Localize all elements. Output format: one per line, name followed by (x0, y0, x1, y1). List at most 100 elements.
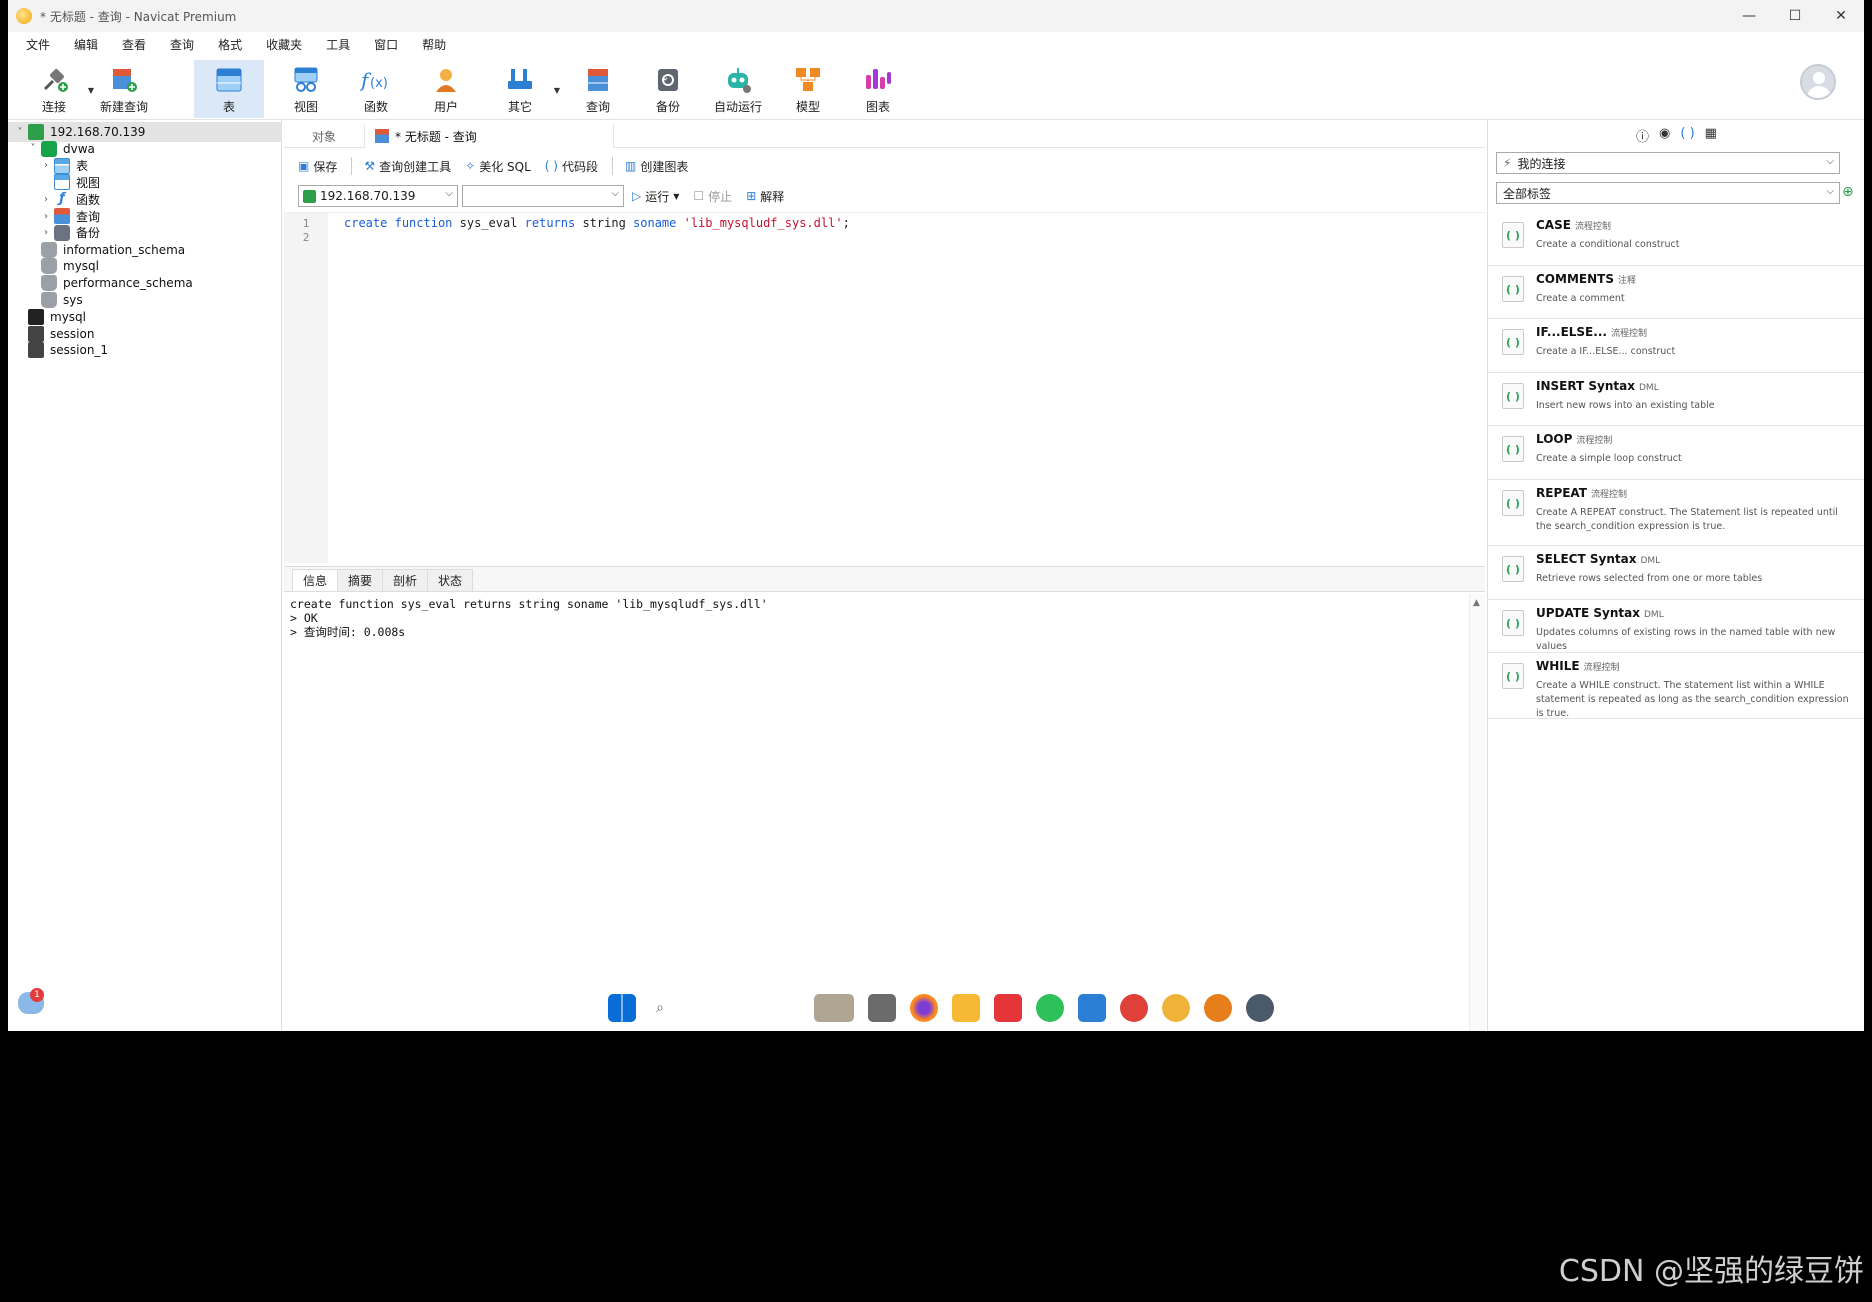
create-chart-button[interactable]: ▥ 创建图表 (625, 158, 688, 175)
toolbar-model-button[interactable]: 模型 (776, 60, 840, 118)
minimize-button[interactable]: — (1726, 0, 1772, 32)
line-number: 2 (302, 231, 310, 244)
menu-window[interactable]: 窗口 (362, 36, 410, 53)
snippet-tag: 流程控制 (1590, 490, 1627, 500)
chevron-down-icon[interactable]: ˅ (27, 143, 39, 154)
maximize-button[interactable]: ☐ (1772, 0, 1818, 32)
user-avatar[interactable] (1800, 64, 1836, 100)
toolbar-user-button[interactable]: 用户 (414, 60, 478, 118)
snippet-description: Updates columns of existing rows in the … (1536, 627, 1836, 652)
tab-query-label: * 无标题 - 查询 (395, 129, 477, 144)
toolbar-query-button[interactable]: 查询 (566, 60, 630, 118)
add-snippet-icon[interactable]: ⊕ (1842, 184, 1858, 200)
toolbar-backup-button[interactable]: 备份 (636, 60, 700, 118)
snippet-item[interactable]: ( ) CASE 流程控制 Create a conditional construc… (1488, 212, 1864, 266)
snippet-item[interactable]: ( ) UPDATE Syntax DML Updates columns of ex… (1488, 600, 1864, 653)
toolbar-automation-button[interactable]: 自动运行 (706, 60, 770, 118)
chevron-right-icon[interactable]: › (40, 227, 52, 238)
snippet-item[interactable]: ( ) LOOP 流程控制 Create a simple loop construc… (1488, 426, 1864, 480)
toolbar-new-query-button[interactable]: 新建查询 (92, 60, 156, 118)
menu-view[interactable]: 查看 (110, 36, 158, 53)
chevron-down-icon[interactable]: ˅ (14, 127, 26, 138)
wps-icon[interactable] (994, 994, 1022, 1022)
eye-icon[interactable]: ◉ (1659, 126, 1670, 144)
chevron-right-icon[interactable]: › (40, 211, 52, 222)
wechat-icon[interactable] (1036, 994, 1064, 1022)
toolbar-function-button[interactable]: f (x) 函数 (344, 60, 408, 118)
connection-select[interactable]: 192.168.70.139 ⌵ (298, 185, 458, 207)
toolbar-view-button[interactable]: 视图 (274, 60, 338, 118)
toolbar-table-button[interactable]: 表 (194, 60, 264, 118)
task-view-icon[interactable] (868, 994, 896, 1022)
output-scrollbar[interactable]: ▲ (1469, 594, 1485, 1031)
chevron-right-icon[interactable]: › (40, 194, 52, 205)
snippet-item[interactable]: ( ) IF...ELSE... 流程控制 Create a IF...ELSE...… (1488, 319, 1864, 373)
tab-profile[interactable]: 剖析 (382, 569, 429, 591)
braces-icon[interactable]: ( ) (1680, 126, 1694, 144)
tab-info[interactable]: 信息 (292, 569, 339, 591)
tab-objects[interactable]: 对象 (284, 124, 364, 148)
snippet-tag: 流程控制 (1576, 436, 1613, 446)
snippet-item[interactable]: ( ) COMMENTS 注释 Create a comment (1488, 266, 1864, 319)
explain-button[interactable]: ⊞ 解释 (746, 188, 784, 205)
scroll-up-icon[interactable]: ▲ (1473, 598, 1480, 608)
snippet-item[interactable]: ( ) INSERT Syntax DML Insert new rows into … (1488, 373, 1864, 426)
connection-select-value: 192.168.70.139 (320, 189, 416, 203)
snippet-item[interactable]: ( ) REPEAT 流程控制 Create A REPEAT construct. … (1488, 480, 1864, 546)
run-button[interactable]: ▷ 运行 ▼ (632, 188, 679, 205)
tab-summary[interactable]: 摘要 (337, 569, 384, 591)
toolbar-user-label: 用户 (433, 100, 458, 114)
vmware-icon[interactable] (1078, 994, 1106, 1022)
toolbar-query-label: 查询 (585, 100, 610, 114)
chevron-down-icon[interactable]: ▼ (673, 192, 679, 201)
menu-help[interactable]: 帮助 (410, 36, 458, 53)
snippet-title-row: CASE 流程控制 (1536, 218, 1611, 232)
tag-filter-select[interactable]: 全部标签 ⌵ (1496, 182, 1840, 204)
snippet-title: LOOP (1536, 432, 1573, 446)
app-icon[interactable] (1246, 994, 1274, 1022)
magnifier-app-icon[interactable] (1204, 994, 1232, 1022)
menu-favorites[interactable]: 收藏夹 (254, 36, 314, 53)
close-button[interactable]: ✕ (1818, 0, 1864, 32)
firefox-icon[interactable] (910, 994, 938, 1022)
snippet-title: CASE (1536, 218, 1571, 232)
chevron-down-icon[interactable]: ▼ (554, 86, 560, 95)
navicat-taskbar-icon[interactable] (1162, 994, 1190, 1022)
toolbar-connection-button[interactable]: 连接 ▼ (22, 60, 94, 118)
toolbar-chart-button[interactable]: 图表 (846, 60, 910, 118)
toolbar-other-button[interactable]: 其它 ▼ (488, 60, 560, 118)
snippet-button[interactable]: ( ) 代码段 (545, 158, 598, 175)
snippet-file-icon: ( ) (1502, 663, 1524, 689)
info-icon[interactable]: ⓘ (1636, 126, 1649, 145)
snail-app-icon[interactable] (1120, 994, 1148, 1022)
sql-editor[interactable]: 1 2 create function sys_eval returns str… (284, 212, 1485, 563)
database-select[interactable]: ⌵ (462, 185, 624, 207)
windows-start-icon[interactable] (608, 994, 636, 1022)
file-explorer-icon[interactable] (952, 994, 980, 1022)
people-icon[interactable] (814, 994, 854, 1022)
chevron-right-icon[interactable]: › (40, 160, 52, 171)
tab-query[interactable]: * 无标题 - 查询 (364, 124, 614, 148)
tree-item[interactable]: session_1 (8, 340, 282, 360)
menu-format[interactable]: 格式 (206, 36, 254, 53)
tab-status[interactable]: 状态 (427, 569, 474, 591)
menu-file[interactable]: 文件 (14, 36, 62, 53)
tree-item-label: session (50, 326, 95, 341)
snippet-item[interactable]: ( ) WHILE 流程控制 Create a WHILE construct. Th… (1488, 653, 1864, 719)
menu-edit[interactable]: 编辑 (62, 36, 110, 53)
panel-mode-icons: ⓘ ◉ ( ) ▦ (1488, 126, 1864, 145)
search-icon[interactable]: ⌕ (650, 994, 670, 1022)
snippet-item[interactable]: ( ) SELECT Syntax DML Retrieve rows selecte… (1488, 546, 1864, 600)
tree-item-label: information_schema (63, 242, 186, 257)
play-icon: ▷ (632, 189, 642, 203)
save-button[interactable]: ▣ 保存 (298, 158, 337, 175)
connection-filter-select[interactable]: ⚡ 我的连接 ⌵ (1496, 152, 1840, 174)
menu-tools[interactable]: 工具 (314, 36, 362, 53)
stop-button[interactable]: ☐ 停止 (693, 188, 732, 205)
chevron-down-icon: ⌵ (611, 188, 619, 199)
query-builder-button[interactable]: ⚒ 查询创建工具 (364, 158, 451, 175)
tree-item-label: mysql (50, 309, 86, 324)
menu-query[interactable]: 查询 (158, 36, 206, 53)
grid-icon[interactable]: ▦ (1705, 126, 1717, 144)
beautify-sql-button[interactable]: ✧ 美化 SQL (465, 158, 531, 175)
